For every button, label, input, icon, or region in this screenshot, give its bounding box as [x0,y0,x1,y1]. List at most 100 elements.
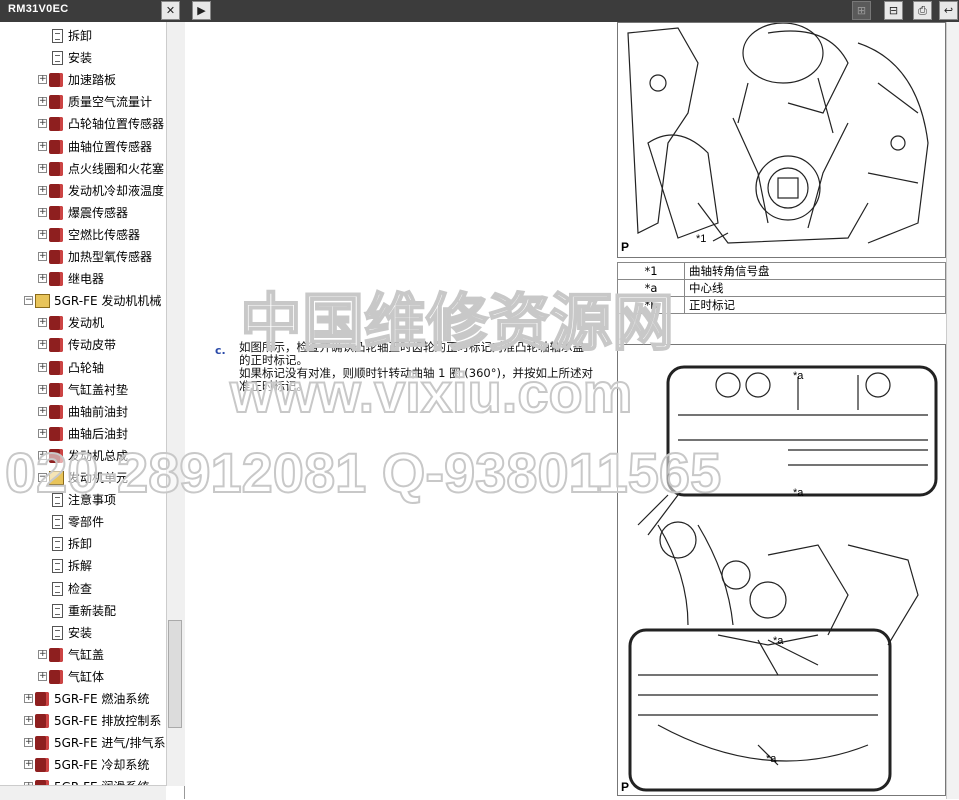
tree-item[interactable]: +5GR-FE 燃油系统 [0,689,166,709]
book-icon [49,250,63,264]
tree-item[interactable]: + 点火线圈和火花塞 [0,159,166,179]
expand-toggle-icon[interactable]: + [38,185,47,195]
tree-item[interactable]: 零部件 [0,512,166,532]
book-icon [49,669,63,684]
book-icon [49,205,63,220]
tree-item[interactable]: + 曲轴前油封 [0,402,166,422]
tree-item-label: 5GR-FE 燃油系统 [54,692,150,706]
book-icon [35,736,49,751]
expand-toggle-icon[interactable]: + [24,760,33,770]
expand-toggle-icon[interactable]: + [24,738,33,748]
expand-toggle-icon[interactable]: + [24,694,33,703]
tree-item-label: 曲轴前油封 [68,404,129,419]
step-letter: c. [215,344,226,357]
book-icon [49,382,63,397]
tree-item[interactable]: + 凸轮轴位置传感器 [0,114,166,134]
page-icon [52,29,63,43]
tree-item-label: 加热型氧传感器 [68,250,153,264]
tree-item-label: 凸轮轴位置传感器 [68,117,165,132]
expand-toggle-icon[interactable]: + [38,75,47,85]
tree-horizontal-scrollbar[interactable] [0,785,166,800]
tree-item-label: 质量空气流量计 [68,95,153,110]
close-icon: ✕ [165,4,176,17]
figure1-callout: *1 [696,233,707,245]
tree-item[interactable]: + 加速踏板 [0,70,166,90]
figure2-callout: *a [793,370,804,382]
tree-item[interactable]: 重新装配 [0,601,166,621]
tree-item[interactable]: + 气缸盖 [0,645,166,665]
back-button[interactable]: ↩ [939,1,958,20]
expand-toggle-icon[interactable]: + [24,716,33,726]
page-icon [52,625,63,640]
tree-item[interactable]: 检查 [0,579,166,599]
tree-item[interactable]: 安装 [0,48,166,68]
tree-item[interactable]: 安装 [0,623,166,643]
content-scrollbar[interactable] [946,22,959,799]
tree-item-label: 拆卸 [68,537,93,552]
tree-item[interactable]: +5GR-FE 排放控制系 [0,711,166,731]
expand-all-button[interactable]: ⊞ [852,1,871,20]
expand-toggle-icon[interactable]: + [38,428,47,438]
expand-toggle-icon[interactable]: + [38,274,47,284]
expand-toggle-icon[interactable]: + [38,406,47,416]
tree-item[interactable]: 拆卸 [0,534,166,554]
play-button[interactable]: ▶ [192,1,211,20]
tree-item-label: 曲轴位置传感器 [68,139,153,154]
tree-item[interactable]: + 发动机冷却液温度 [0,181,166,201]
tree-item-label: 检查 [68,581,93,596]
expand-toggle-icon[interactable]: + [38,649,47,659]
book-icon [49,647,63,662]
page-icon [52,559,63,574]
tree-item[interactable]: + 凸轮轴 [0,358,166,378]
document-id: RM31V0EC [8,3,69,15]
expand-toggle-icon[interactable]: + [38,119,47,129]
book-icon [49,161,63,176]
tree-item-label: 5GR-FE 进气/排气系 [54,736,166,751]
tree-item[interactable]: + 继电器 [0,269,166,289]
print-icon: ⎙ [918,4,927,17]
expand-toggle-icon[interactable]: + [38,671,47,681]
tree-item-label: 气缸盖衬垫 [68,382,129,397]
tree-item[interactable]: + 气缸体 [0,667,166,687]
figure2-tag: P [621,780,630,794]
expand-toggle-icon[interactable]: + [38,252,47,261]
tree-scroll-thumb[interactable] [168,620,182,728]
figure1-tag: P [621,240,630,254]
book-icon [49,139,63,154]
expand-toggle-icon[interactable]: + [38,384,47,394]
tree-item[interactable]: + 加热型氧传感器 [0,247,166,267]
watermark-line1: 中国维修资源网 [239,288,675,359]
book-icon [49,404,63,419]
book-icon [49,117,63,132]
close-tree-button[interactable]: ✕ [161,1,180,20]
collapse-all-button[interactable]: ⊟ [884,1,903,20]
tree-item[interactable]: + 质量空气流量计 [0,92,166,112]
expand-toggle-icon[interactable]: + [38,163,47,173]
book-icon [35,714,49,729]
book-icon [35,758,49,773]
tree-item[interactable]: +5GR-FE 冷却系统 [0,755,166,775]
tree-item[interactable]: 拆卸 [0,26,166,46]
tree-item[interactable]: − 5GR-FE 发动机机械 [0,291,166,311]
crankshaft-figure: P *1 [617,22,946,258]
expand-toggle-icon[interactable]: + [38,207,47,217]
tree-item[interactable]: + 空燃比传感器 [0,225,166,245]
tree-item[interactable]: + 传动皮带 [0,335,166,355]
tree-item-label: 空燃比传感器 [68,227,141,242]
tree-item[interactable]: + 爆震传感器 [0,203,166,223]
tree-item-label: 传动皮带 [68,338,117,353]
expand-toggle-icon[interactable]: + [38,229,47,239]
collapse-toggle-icon[interactable]: − [24,296,33,306]
expand-toggle-icon[interactable]: + [38,362,47,372]
expand-toggle-icon[interactable]: + [38,141,47,151]
expand-toggle-icon[interactable]: + [38,340,47,350]
tree-item-label: 爆震传感器 [68,205,129,220]
tree-item[interactable]: 拆解 [0,556,166,576]
print-button[interactable]: ⎙ [913,1,932,20]
tree-item[interactable]: + 发动机 [0,313,166,333]
expand-toggle-icon[interactable]: + [38,318,47,328]
tree-item[interactable]: +5GR-FE 进气/排气系 [0,733,166,753]
tree-item[interactable]: + 气缸盖衬垫 [0,380,166,400]
tree-item[interactable]: + 曲轴位置传感器 [0,137,166,157]
expand-toggle-icon[interactable]: + [38,97,47,107]
